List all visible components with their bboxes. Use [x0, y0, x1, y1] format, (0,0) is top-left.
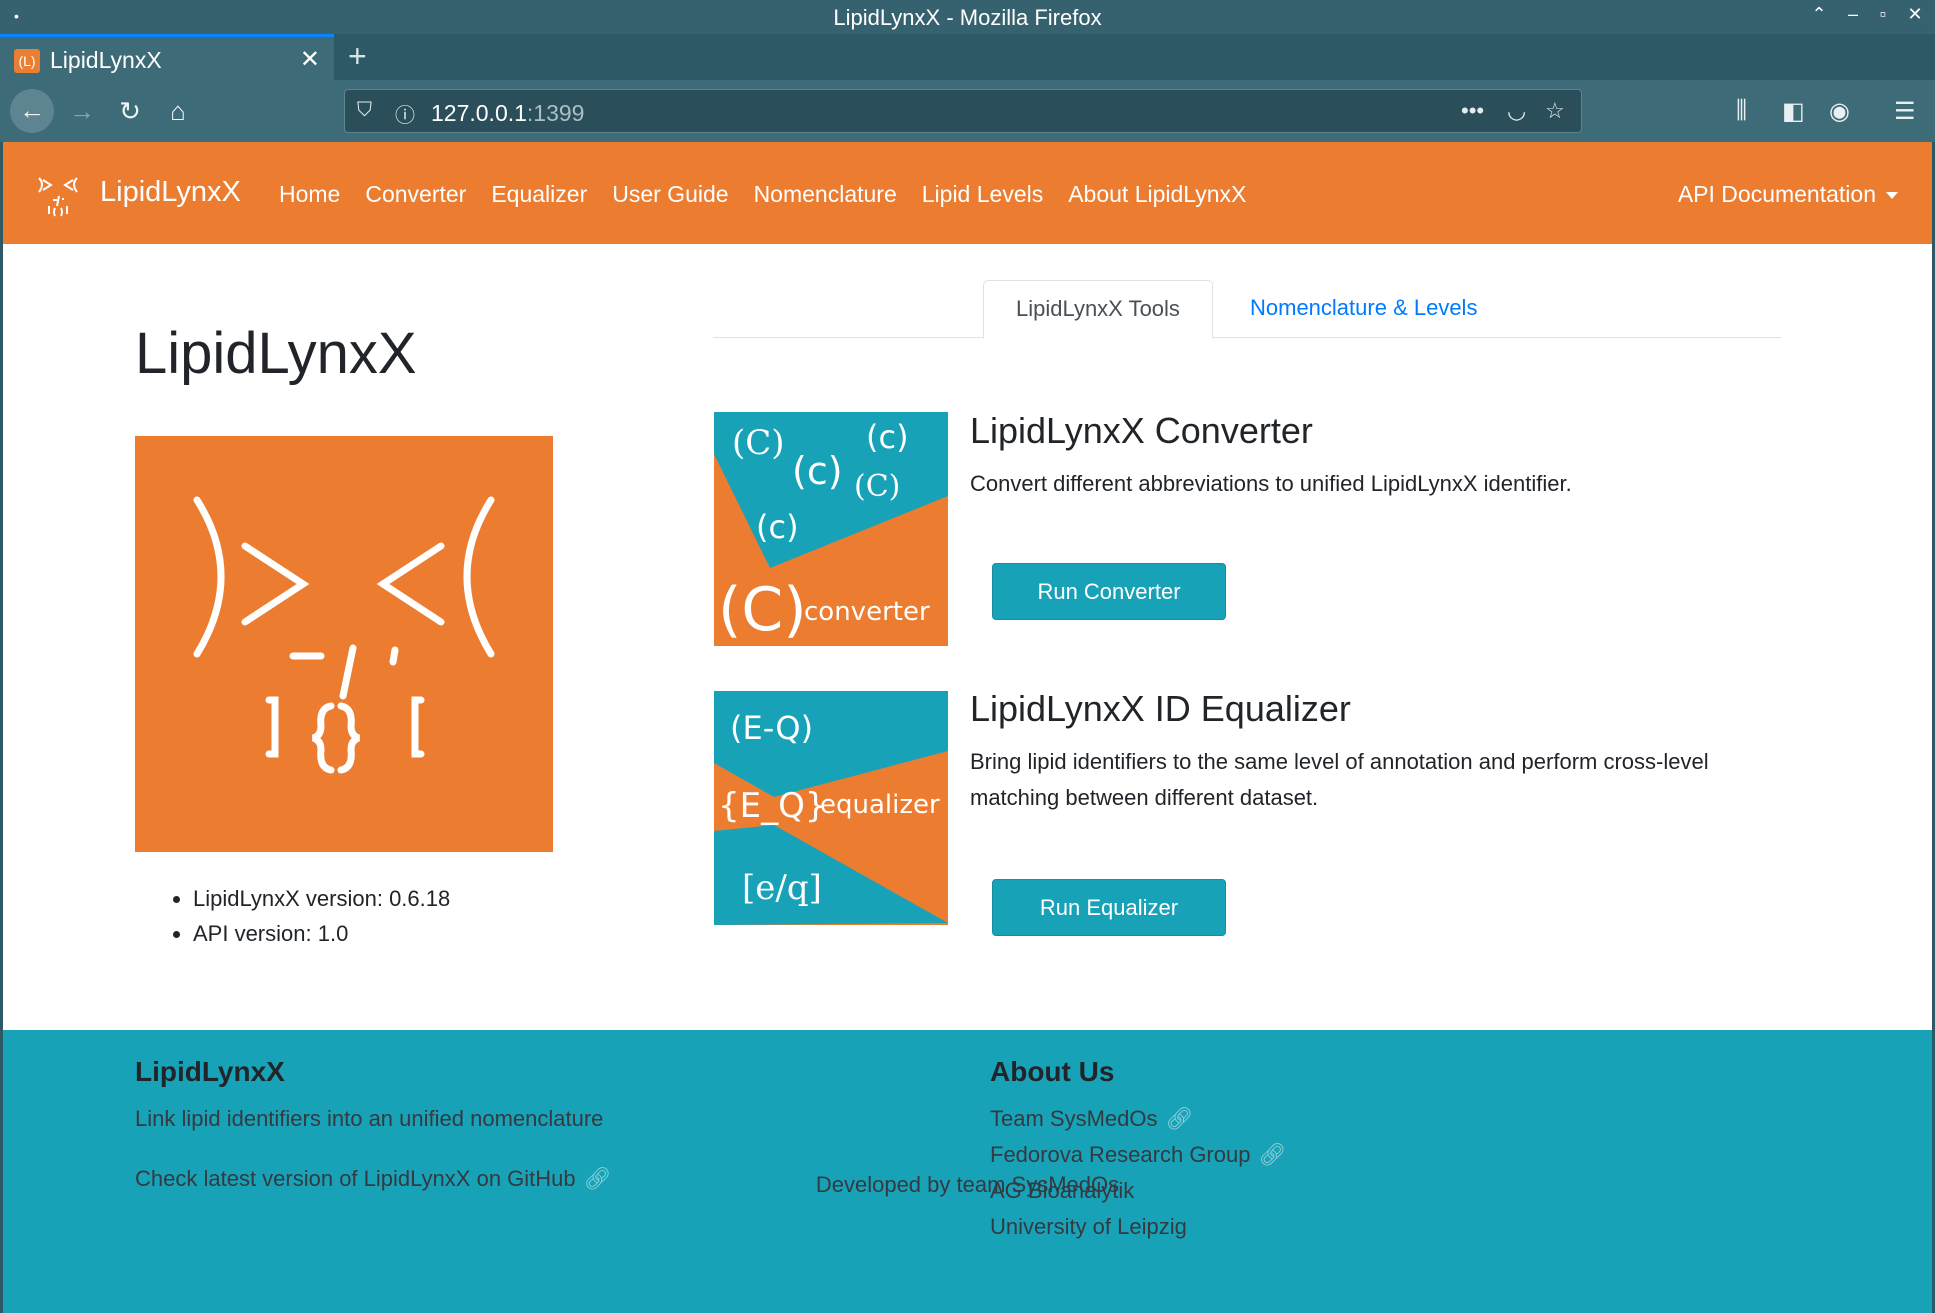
equalizer-description: Bring lipid identifiers to the same leve…: [970, 749, 1709, 810]
converter-title: LipidLynxX Converter: [970, 410, 1313, 451]
lipidlynxx-version: LipidLynxX version: 0.6.18: [193, 886, 450, 912]
converter-img-text-1: (C): [732, 423, 785, 463]
nav-link-nomenclature[interactable]: Nomenclature: [754, 181, 897, 208]
new-tab-icon[interactable]: +: [348, 38, 367, 75]
tab-close-icon[interactable]: ✕: [300, 45, 320, 74]
converter-img-text-5: (c): [756, 508, 799, 546]
url-text[interactable]: 127.0.0.1:1399: [431, 100, 584, 127]
equalizer-img-text-1: (E-Q): [730, 709, 813, 747]
link-icon: 🔗︎: [1165, 1106, 1194, 1131]
page-content: LipidLynxX Home Converter Equalizer User…: [0, 142, 1935, 1313]
footer-about-heading: About Us: [990, 1056, 1115, 1087]
equalizer-img-text-2: {E_Q}: [718, 786, 827, 826]
api-documentation-label: API Documentation: [1677, 181, 1876, 207]
window-close-button[interactable]: ✕: [1902, 4, 1928, 25]
tab-nomenclature-levels[interactable]: Nomenclature & Levels: [1238, 280, 1489, 338]
lipidlynxx-logo: [135, 436, 553, 852]
star-icon[interactable]: ☆: [1545, 98, 1565, 124]
footer-link-fedorova[interactable]: Fedorova Research Group 🔗︎: [990, 1142, 1286, 1168]
converter-description: Convert different abbreviations to unifi…: [970, 471, 1572, 496]
browser-tabstrip: (L) LipidLynxX ✕ +: [0, 34, 1935, 80]
tab-lipidlynxx-tools[interactable]: LipidLynxX Tools: [983, 280, 1213, 339]
site-navbar: LipidLynxX Home Converter Equalizer User…: [3, 142, 1932, 244]
equalizer-img-text-3: equalizer: [820, 790, 940, 820]
url-port: :1399: [526, 100, 585, 126]
run-equalizer-button[interactable]: Run Equalizer: [992, 879, 1226, 936]
url-host: 127.0.0.1: [431, 100, 527, 126]
converter-img-text-6: (C): [718, 575, 807, 645]
home-icon[interactable]: ⌂: [156, 90, 200, 132]
nav-link-converter[interactable]: Converter: [365, 181, 466, 208]
brand-name[interactable]: LipidLynxX: [100, 176, 241, 209]
version-list: LipidLynxX version: 0.6.18 API version: …: [169, 886, 450, 956]
converter-img-text-7: converter: [804, 597, 930, 627]
info-icon[interactable]: ⓘ: [395, 99, 415, 128]
converter-img-text-4: (C): [854, 469, 900, 504]
sidebar-icon[interactable]: ◧: [1782, 97, 1805, 126]
footer-link-leipzig[interactable]: University of Leipzig: [990, 1214, 1187, 1240]
nav-link-home[interactable]: Home: [279, 181, 340, 208]
converter-img-text-3: (c): [792, 449, 843, 493]
url-bar[interactable]: ⛉ ⓘ 127.0.0.1:1399 ••• ◡ ☆: [344, 89, 1582, 133]
run-converter-button[interactable]: Run Converter: [992, 563, 1226, 620]
window-title: LipidLynxX - Mozilla Firefox: [833, 5, 1102, 30]
content-tabs: LipidLynxX Tools Nomenclature & Levels: [713, 280, 1781, 339]
window-titlebar: • LipidLynxX - Mozilla Firefox ⌃ – ▫ ✕: [0, 0, 1935, 34]
equalizer-title: LipidLynxX ID Equalizer: [970, 688, 1351, 729]
nav-link-equalizer[interactable]: Equalizer: [491, 181, 587, 208]
caret-down-icon: [1886, 192, 1898, 200]
nav-link-about[interactable]: About LipidLynxX: [1068, 181, 1246, 208]
library-icon[interactable]: ⫼: [1736, 97, 1747, 125]
browser-tab[interactable]: (L) LipidLynxX ✕: [0, 34, 334, 80]
menu-icon[interactable]: ☰: [1894, 97, 1916, 126]
api-version: API version: 1.0: [193, 921, 450, 947]
nav-links: Home Converter Equalizer User Guide Nome…: [279, 181, 1271, 208]
reload-icon[interactable]: ↻: [108, 90, 152, 132]
footer-developed-by: Developed by team SysMedOs: [815, 1172, 1120, 1197]
window-minimize-button[interactable]: –: [1840, 4, 1866, 25]
nav-link-user-guide[interactable]: User Guide: [612, 181, 728, 208]
footer-lipidlynxx-heading: LipidLynxX: [135, 1056, 285, 1087]
converter-image: (C) (c) (c) (C) (c) (C) converter: [714, 412, 948, 646]
pocket-icon[interactable]: ◡: [1507, 98, 1526, 124]
footer-link-fedorova-text: Fedorova Research Group: [990, 1142, 1251, 1167]
window-maximize-button[interactable]: ▫: [1870, 4, 1896, 25]
equalizer-image: (E-Q) {E_Q} equalizer [e/q]: [714, 691, 948, 925]
account-icon[interactable]: ◉: [1829, 97, 1850, 126]
back-icon[interactable]: ←: [10, 89, 54, 133]
page-title: LipidLynxX: [135, 321, 417, 386]
footer-tagline: Link lipid identifiers into an unified n…: [135, 1106, 604, 1131]
footer-link-sysmedos-text: Team SysMedOs: [990, 1106, 1158, 1131]
more-icon[interactable]: •••: [1461, 98, 1484, 124]
api-documentation-dropdown[interactable]: API Documentation: [1678, 181, 1898, 208]
favicon-icon: (L): [14, 49, 40, 73]
window-shade-button[interactable]: ⌃: [1806, 4, 1832, 25]
link-icon: 🔗︎: [1258, 1142, 1287, 1167]
footer-link-sysmedos[interactable]: Team SysMedOs 🔗︎: [990, 1106, 1193, 1132]
browser-toolbar: ← → ↻ ⌂ ⛉ ⓘ 127.0.0.1:1399 ••• ◡ ☆ ⫼ ◧ ◉…: [0, 80, 1935, 142]
forward-icon[interactable]: →: [60, 90, 104, 132]
converter-img-text-2: (c): [866, 418, 909, 456]
nav-link-lipid-levels[interactable]: Lipid Levels: [922, 181, 1043, 208]
shield-icon[interactable]: ⛉: [357, 99, 372, 122]
equalizer-img-text-4: [e/q]: [742, 868, 822, 908]
tab-title: LipidLynxX: [50, 47, 162, 73]
brand-logo-icon[interactable]: [33, 170, 83, 220]
